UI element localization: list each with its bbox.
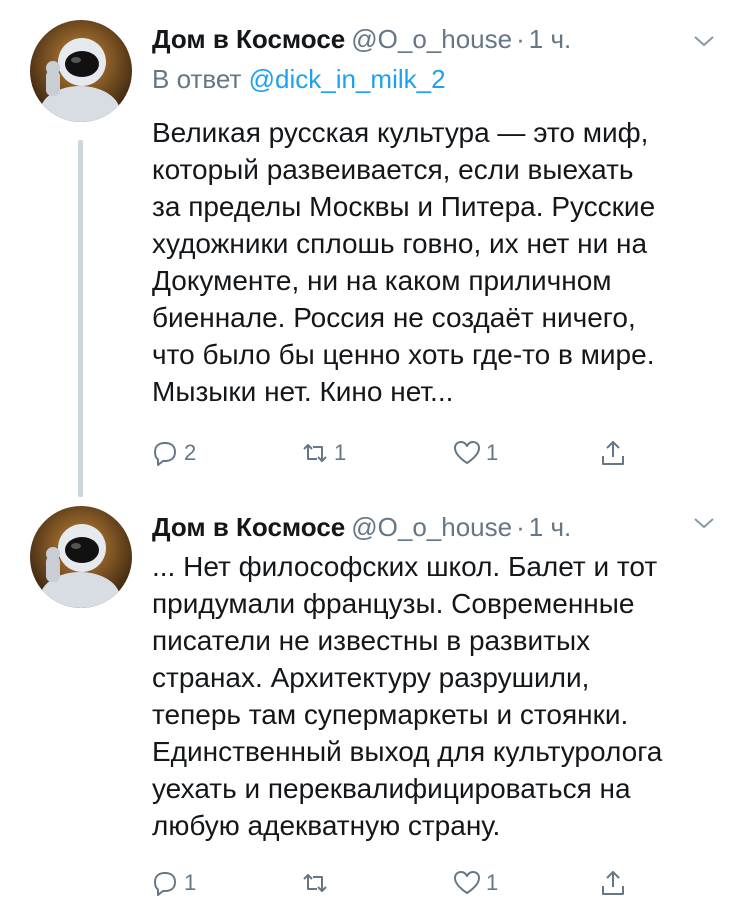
like-button[interactable]: 1 xyxy=(452,436,498,470)
reply-count: 1 xyxy=(184,870,197,895)
author-name[interactable]: Дом в Космосе xyxy=(152,512,345,542)
tweet-header: Дом в Космосе @O_o_house · 1 ч. xyxy=(152,24,571,55)
avatar[interactable] xyxy=(30,506,132,608)
share-icon xyxy=(602,871,624,895)
chevron-down-icon[interactable] xyxy=(693,34,715,48)
author-handle[interactable]: @O_o_house xyxy=(351,512,512,542)
like-count: 1 xyxy=(486,870,499,895)
reply-icon xyxy=(154,872,176,896)
like-count: 1 xyxy=(486,440,499,465)
retweet-icon xyxy=(303,444,327,462)
avatar[interactable] xyxy=(30,20,132,122)
tweet-text: ... Нет философских школ. Балет и тот пр… xyxy=(152,551,663,841)
tweet-header: Дом в Космосе @O_o_house · 1 ч. xyxy=(152,512,571,543)
retweet-button[interactable] xyxy=(300,866,334,900)
reply-prefix: В ответ xyxy=(152,64,242,94)
reply-context: В ответ @dick_in_milk_2 xyxy=(152,64,446,95)
tweet-text: Великая русская культура — это миф, кото… xyxy=(152,117,656,407)
like-button[interactable]: 1 xyxy=(452,866,498,900)
retweet-count: 1 xyxy=(334,440,347,465)
share-button[interactable] xyxy=(598,436,632,470)
timestamp[interactable]: 1 ч. xyxy=(529,512,571,542)
heart-icon xyxy=(454,441,480,464)
tweet-actions: 1 1 xyxy=(150,866,650,900)
separator: · xyxy=(516,512,525,542)
share-icon xyxy=(602,441,624,465)
reply-to-link[interactable]: @dick_in_milk_2 xyxy=(249,64,446,94)
separator: · xyxy=(516,24,525,54)
thread-line xyxy=(78,140,83,497)
timestamp[interactable]: 1 ч. xyxy=(529,24,571,54)
reply-icon xyxy=(154,442,176,466)
reply-count: 2 xyxy=(184,440,197,465)
reply-button[interactable]: 1 xyxy=(150,866,196,900)
heart-icon xyxy=(454,871,480,894)
reply-button[interactable]: 2 xyxy=(150,436,196,470)
author-name[interactable]: Дом в Космосе xyxy=(152,24,345,54)
tweet-actions: 2 1 1 xyxy=(150,436,650,470)
chevron-down-icon[interactable] xyxy=(693,516,715,530)
retweet-button[interactable]: 1 xyxy=(300,436,346,470)
avatar-image xyxy=(30,20,132,122)
retweet-icon xyxy=(303,874,327,892)
share-button[interactable] xyxy=(598,866,632,900)
author-handle[interactable]: @O_o_house xyxy=(351,24,512,54)
avatar-image xyxy=(30,506,132,608)
